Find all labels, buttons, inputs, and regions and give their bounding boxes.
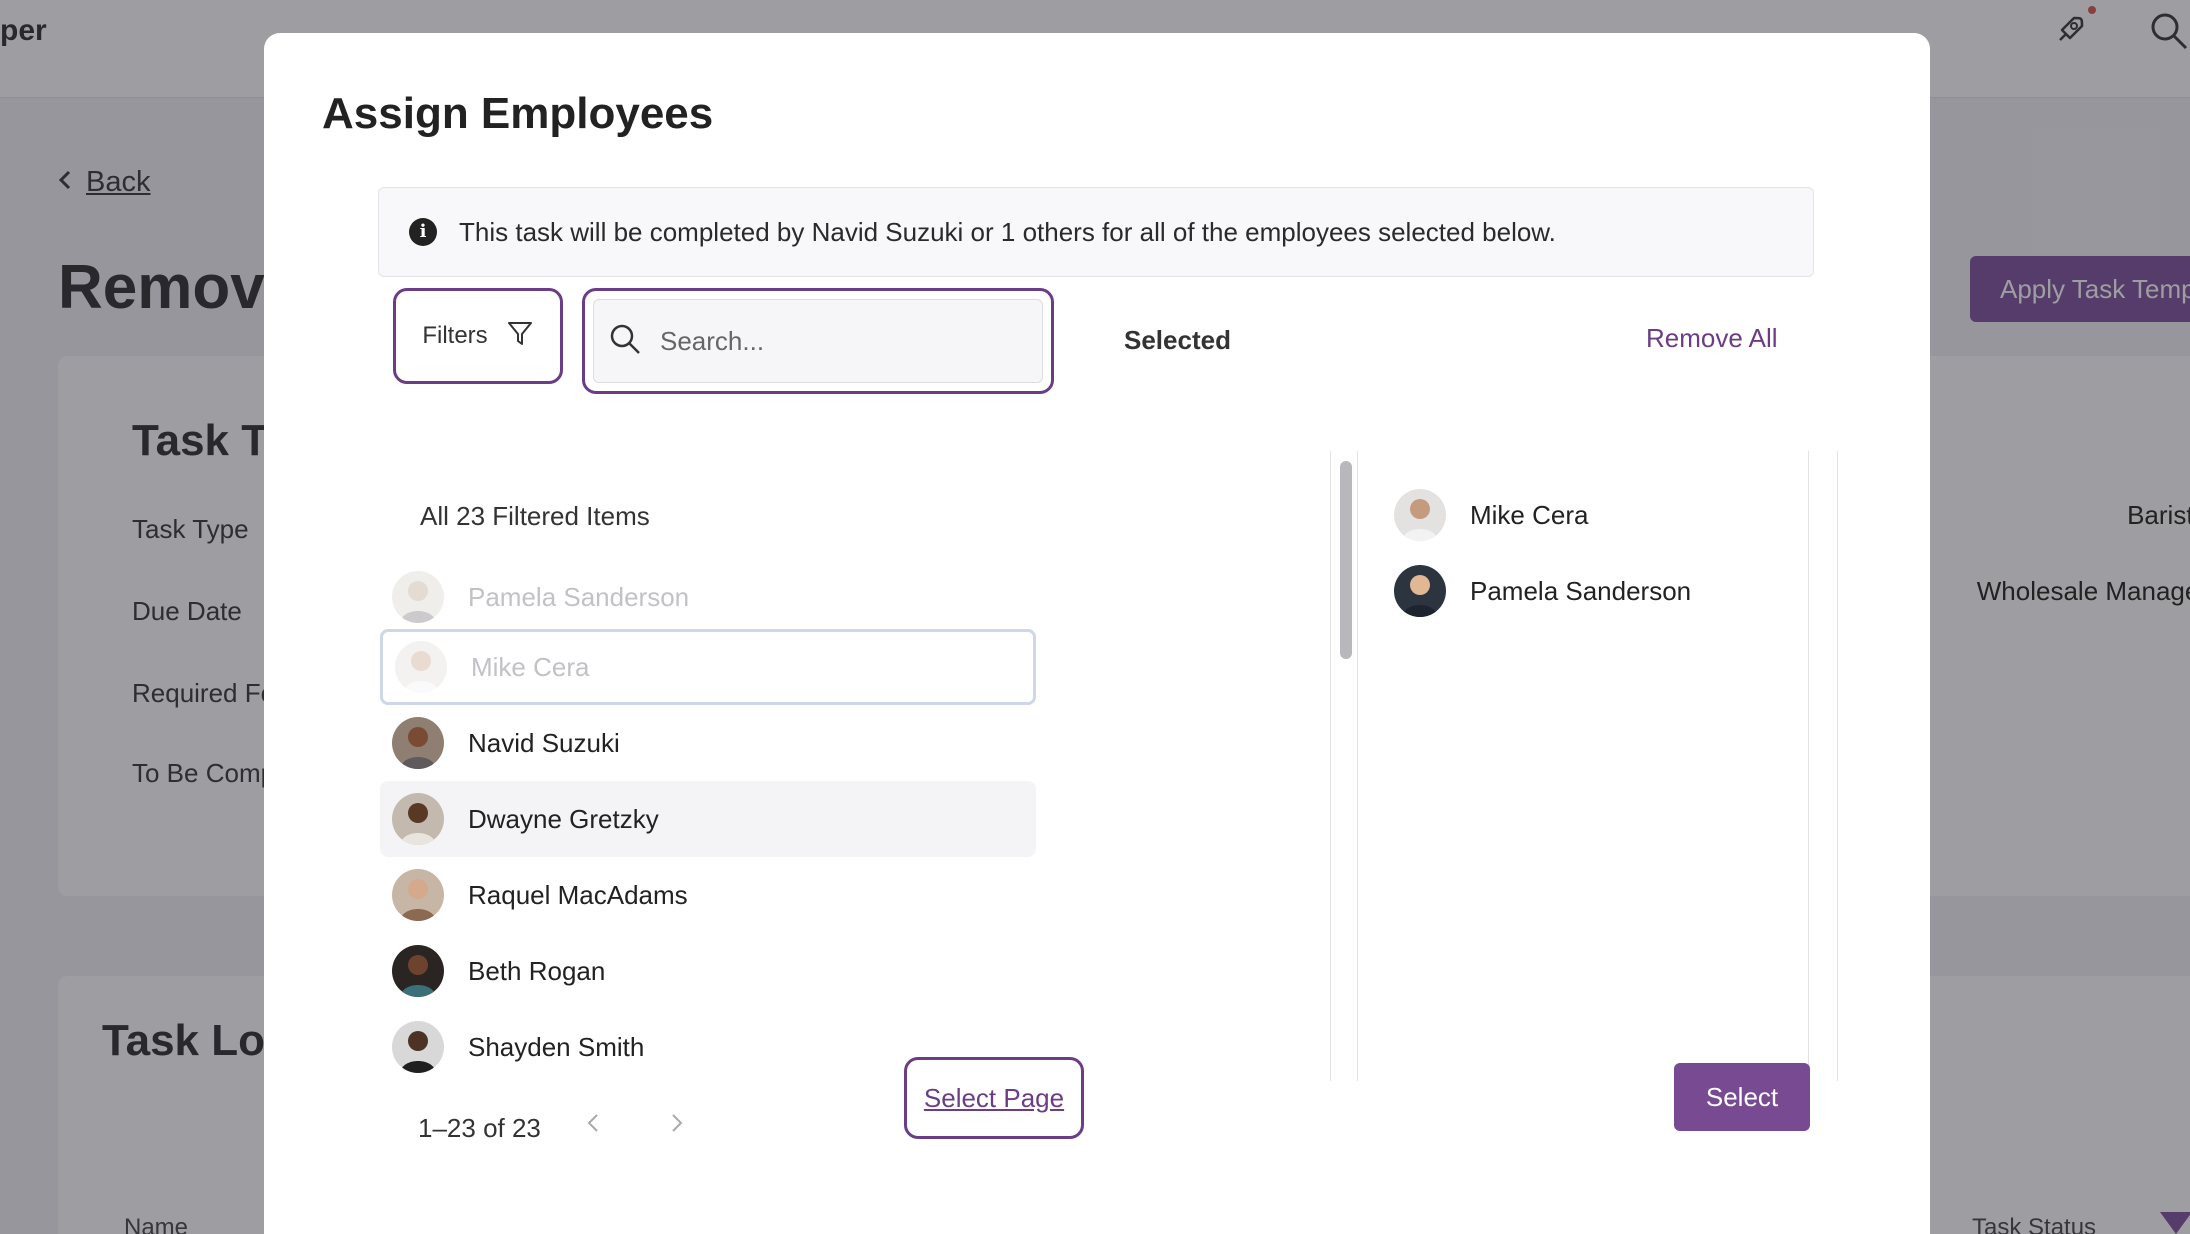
list-scrollbar-thumb[interactable] bbox=[1340, 461, 1352, 659]
filters-button[interactable]: Filters bbox=[393, 288, 563, 384]
info-icon: i bbox=[409, 218, 437, 246]
list-item[interactable]: Mike Cera bbox=[380, 629, 1036, 705]
avatar bbox=[395, 641, 447, 693]
employee-name: Shayden Smith bbox=[468, 1031, 645, 1062]
select-button[interactable]: Select bbox=[1674, 1063, 1810, 1131]
avatar bbox=[392, 945, 444, 997]
avatar bbox=[392, 869, 444, 921]
employee-name: Mike Cera bbox=[471, 651, 590, 682]
avatar bbox=[392, 1021, 444, 1073]
filters-label: Filters bbox=[422, 322, 488, 349]
search-icon bbox=[608, 322, 642, 361]
list-item[interactable]: Beth Rogan bbox=[380, 933, 1036, 1009]
employee-name: Pamela Sanderson bbox=[468, 581, 690, 612]
avatar bbox=[392, 717, 444, 769]
list-item[interactable]: Pamela Sanderson bbox=[380, 559, 1036, 635]
pagination-text: 1–23 of 23 bbox=[418, 1113, 541, 1143]
list-item[interactable]: Navid Suzuki bbox=[380, 705, 1036, 781]
selected-item[interactable]: Mike Cera Barista bbox=[1394, 485, 2190, 545]
employee-list: All 23 Filtered Items Pamela Sanderson M… bbox=[380, 451, 1050, 1081]
selected-role: Wholesale Manager bbox=[1976, 575, 2190, 606]
info-banner: i This task will be completed by Navid S… bbox=[378, 187, 1814, 277]
selected-heading: Selected bbox=[1124, 325, 1231, 355]
search-box bbox=[593, 299, 1043, 383]
assign-employees-modal: Assign Employees i This task will be com… bbox=[264, 33, 2190, 1234]
selected-name: Mike Cera bbox=[1470, 499, 1589, 530]
filter-icon bbox=[506, 319, 534, 354]
select-page-button[interactable]: Select Page bbox=[904, 1057, 1084, 1139]
avatar bbox=[1394, 565, 1446, 617]
chevron-right-icon[interactable] bbox=[670, 1109, 684, 1143]
selected-panel-scrollbar[interactable] bbox=[1808, 451, 1838, 1081]
employee-name: Beth Rogan bbox=[468, 955, 606, 986]
avatar bbox=[1394, 489, 1446, 541]
search-field-wrapper bbox=[582, 288, 1054, 394]
chevron-left-icon[interactable] bbox=[586, 1109, 600, 1143]
selected-name: Pamela Sanderson bbox=[1470, 575, 1692, 606]
list-item[interactable]: Raquel MacAdams bbox=[380, 857, 1036, 933]
selected-panel-divider bbox=[1357, 451, 1358, 1081]
list-header: All 23 Filtered Items bbox=[420, 501, 650, 531]
search-input[interactable] bbox=[660, 325, 1020, 357]
avatar bbox=[392, 793, 444, 845]
employee-name: Dwayne Gretzky bbox=[468, 803, 659, 834]
avatar bbox=[392, 571, 444, 623]
list-item[interactable]: Dwayne Gretzky bbox=[380, 781, 1036, 857]
remove-all-button[interactable]: Remove All bbox=[1646, 323, 1778, 354]
employee-name: Navid Suzuki bbox=[468, 727, 620, 758]
selected-role: Barista bbox=[2127, 499, 2190, 530]
employee-name: Raquel MacAdams bbox=[468, 879, 688, 910]
selected-item[interactable]: Pamela Sanderson Wholesale Manager bbox=[1394, 561, 2190, 621]
info-text: This task will be completed by Navid Suz… bbox=[459, 216, 1556, 247]
modal-title: Assign Employees bbox=[322, 89, 714, 138]
